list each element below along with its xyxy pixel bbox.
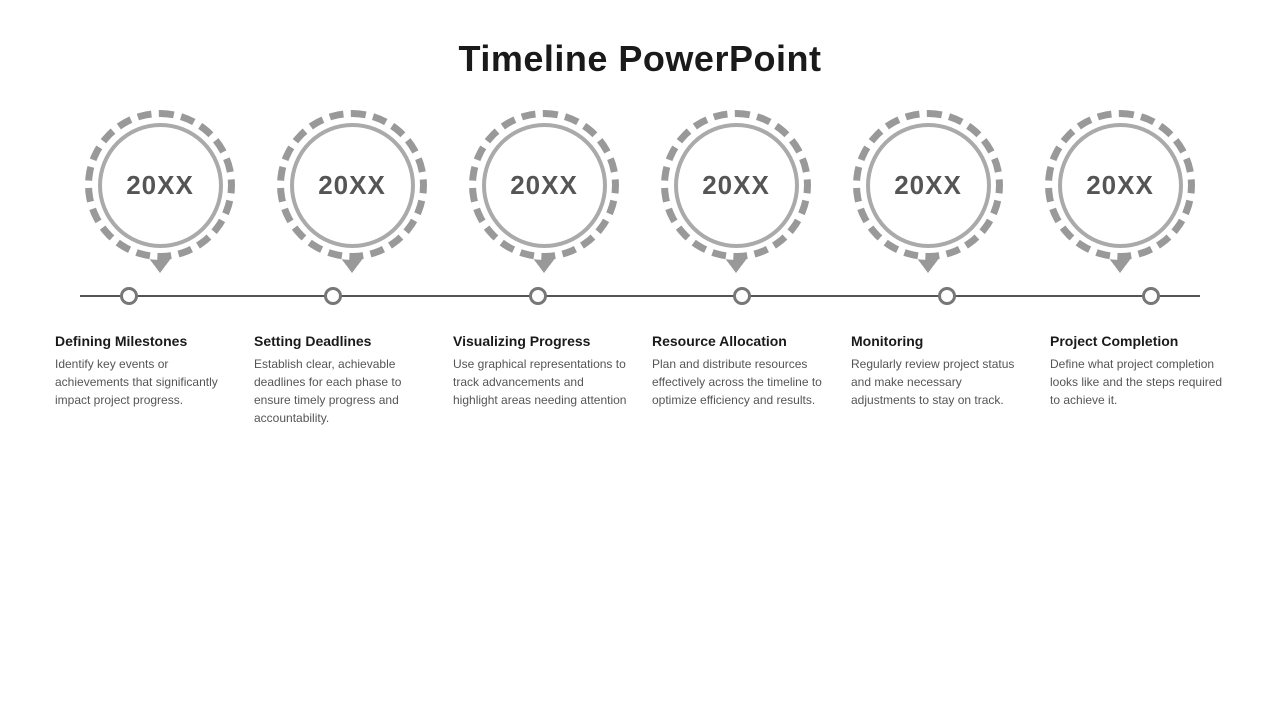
timeline-line-row [40,281,1240,311]
text-item-0: Defining Milestones Identify key events … [55,333,230,427]
page-title: Timeline PowerPoint [459,38,822,80]
timeline-dot-5 [1142,287,1160,305]
timeline-container: 20XX 20XX 20XX 20XX 20XX [40,110,1240,427]
text-desc-1: Establish clear, achievable deadlines fo… [254,355,429,427]
text-title-5: Project Completion [1050,333,1225,349]
timeline-dot-2 [529,287,547,305]
text-item-5: Project Completion Define what project c… [1050,333,1225,427]
circle-outer-5: 20XX [1045,110,1195,260]
circle-year-4: 20XX [894,170,962,201]
text-desc-3: Plan and distribute resources effectivel… [652,355,827,409]
circle-year-1: 20XX [318,170,386,201]
circle-outer-3: 20XX [661,110,811,260]
text-item-2: Visualizing Progress Use graphical repre… [453,333,628,427]
text-title-3: Resource Allocation [652,333,827,349]
dots-row [80,287,1200,305]
circle-inner-3: 20XX [674,123,799,248]
circle-year-5: 20XX [1086,170,1154,201]
circle-inner-5: 20XX [1058,123,1183,248]
circle-outer-4: 20XX [853,110,1003,260]
circle-inner-4: 20XX [866,123,991,248]
timeline-dot-4 [938,287,956,305]
circle-item-1: 20XX [272,110,432,273]
circle-outer-2: 20XX [469,110,619,260]
text-row: Defining Milestones Identify key events … [40,333,1240,427]
text-title-2: Visualizing Progress [453,333,628,349]
circle-outer-0: 20XX [85,110,235,260]
circle-item-4: 20XX [848,110,1008,273]
circle-inner-0: 20XX [98,123,223,248]
text-desc-0: Identify key events or achievements that… [55,355,230,409]
text-title-4: Monitoring [851,333,1026,349]
circle-item-2: 20XX [464,110,624,273]
text-title-0: Defining Milestones [55,333,230,349]
circle-inner-2: 20XX [482,123,607,248]
text-item-4: Monitoring Regularly review project stat… [851,333,1026,427]
text-item-3: Resource Allocation Plan and distribute … [652,333,827,427]
text-desc-2: Use graphical representations to track a… [453,355,628,409]
circle-year-2: 20XX [510,170,578,201]
circle-item-5: 20XX [1040,110,1200,273]
circles-row: 20XX 20XX 20XX 20XX 20XX [40,110,1240,273]
circle-item-3: 20XX [656,110,816,273]
circle-year-3: 20XX [702,170,770,201]
text-desc-5: Define what project completion looks lik… [1050,355,1225,409]
timeline-dot-3 [733,287,751,305]
timeline-dot-0 [120,287,138,305]
circle-item-0: 20XX [80,110,240,273]
circle-year-0: 20XX [126,170,194,201]
timeline-dot-1 [324,287,342,305]
text-item-1: Setting Deadlines Establish clear, achie… [254,333,429,427]
text-title-1: Setting Deadlines [254,333,429,349]
circle-outer-1: 20XX [277,110,427,260]
circle-inner-1: 20XX [290,123,415,248]
text-desc-4: Regularly review project status and make… [851,355,1026,409]
